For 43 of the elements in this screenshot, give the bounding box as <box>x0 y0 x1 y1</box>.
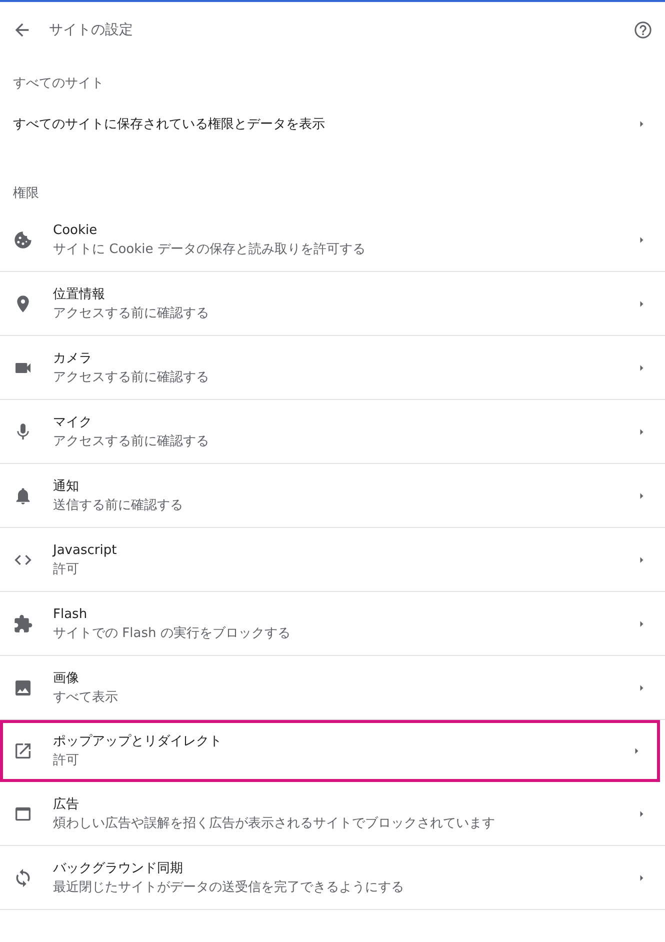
permission-item[interactable]: 位置情報 アクセスする前に確認する <box>0 272 665 336</box>
item-description: アクセスする前に確認する <box>53 432 210 450</box>
item-title: バックグラウンド同期 <box>53 860 184 878</box>
permission-item[interactable]: Javascript 許可 <box>0 528 665 592</box>
all-sites-link[interactable]: すべてのサイトに保存されている権限とデータを表示 <box>0 98 665 150</box>
section-heading: 権限 <box>12 185 40 203</box>
help-icon[interactable] <box>633 20 653 40</box>
item-description: サイトに Cookie データの保存と読み取りを許可する <box>53 240 366 258</box>
item-description: アクセスする前に確認する <box>53 304 210 322</box>
page-title: サイトの設定 <box>49 20 134 38</box>
item-title: 広告 <box>53 796 80 814</box>
permission-item[interactable]: 広告 煩わしい広告や誤解を招く広告が表示されるサイトでブロックされています <box>0 782 665 846</box>
item-title: Javascript <box>53 542 118 560</box>
section-heading: すべてのサイト <box>12 75 105 93</box>
sync-icon <box>13 868 33 888</box>
item-description: 許可 <box>53 560 80 578</box>
item-title: ポップアップとリダイレクト <box>53 733 223 751</box>
permission-item[interactable]: Cookie サイトに Cookie データの保存と読み取りを許可する <box>0 208 665 272</box>
puzzle-piece-icon <box>13 614 33 634</box>
item-title: カメラ <box>53 350 93 368</box>
item-description: すべて表示 <box>53 688 119 706</box>
item-title: 画像 <box>53 670 80 688</box>
image-icon <box>13 678 33 698</box>
item-description: サイトでの Flash の実行をブロックする <box>53 624 292 642</box>
item-title: Flash <box>53 606 88 624</box>
item-title: 通知 <box>53 478 80 496</box>
item-title: Cookie <box>53 222 98 240</box>
cookie-icon <box>13 230 33 250</box>
permission-item[interactable]: 画像 すべて表示 <box>0 656 665 720</box>
item-description: 送信する前に確認する <box>53 496 184 514</box>
permission-item[interactable]: 通知 送信する前に確認する <box>0 464 665 528</box>
item-title: 位置情報 <box>53 286 106 304</box>
item-description: 煩わしい広告や誤解を招く広告が表示されるサイトでブロックされています <box>53 814 496 832</box>
open-in-new-icon <box>13 741 33 761</box>
item-description: 最近閉じたサイトがデータの送受信を完了できるようにする <box>53 878 405 896</box>
permission-item[interactable]: ポップアップとリダイレクト 許可 <box>0 720 660 782</box>
permission-item[interactable]: マイク アクセスする前に確認する <box>0 400 665 464</box>
item-title: マイク <box>53 414 93 432</box>
item-description: 許可 <box>53 752 80 770</box>
permission-item[interactable]: Flash サイトでの Flash の実行をブロックする <box>0 592 665 656</box>
permission-item[interactable]: カメラ アクセスする前に確認する <box>0 336 665 400</box>
item-description: アクセスする前に確認する <box>53 368 210 386</box>
permission-item[interactable]: バックグラウンド同期 最近閉じたサイトがデータの送受信を完了できるようにする <box>0 846 665 910</box>
